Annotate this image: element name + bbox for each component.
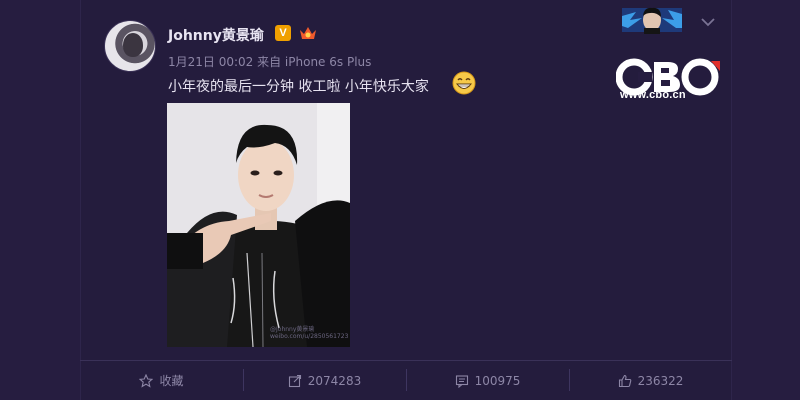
verified-badge: V [275,25,291,41]
username[interactable]: Johnny黄景瑜 [168,25,264,45]
selfie-image [167,103,350,347]
post-text: 小年夜的最后一分钟 收工啦 小年快乐大家 [168,79,429,95]
share-icon [288,374,301,387]
action-bar: 收藏 2074283 100975 236322 [80,361,732,400]
comment-icon [455,374,468,388]
thumbs-up-icon [618,374,631,387]
comment-button[interactable]: 100975 [406,361,569,400]
comment-count: 100975 [474,373,521,388]
chevron-down-icon[interactable] [701,17,715,27]
photo-watermark: @Johnny黄景瑜 weibo.com/u/2850561723 [270,326,349,340]
repost-button[interactable]: 2074283 [243,361,406,400]
post-meta: 1月21日 00:02 来自 iPhone 6s Plus [168,55,372,69]
star-icon [139,373,154,388]
like-count: 236322 [637,373,684,388]
author-mini-avatar[interactable] [622,6,682,34]
vip-crown-icon [300,27,316,39]
user-avatar[interactable] [104,20,156,72]
favorite-label: 收藏 [159,374,184,388]
favorite-button[interactable]: 收藏 [80,361,243,400]
watermark-url: www.cbo.cn [620,89,686,101]
like-button[interactable]: 236322 [569,361,732,400]
repost-count: 2074283 [307,373,362,388]
grinning-emoji [452,71,476,95]
post-photo[interactable] [167,103,350,347]
